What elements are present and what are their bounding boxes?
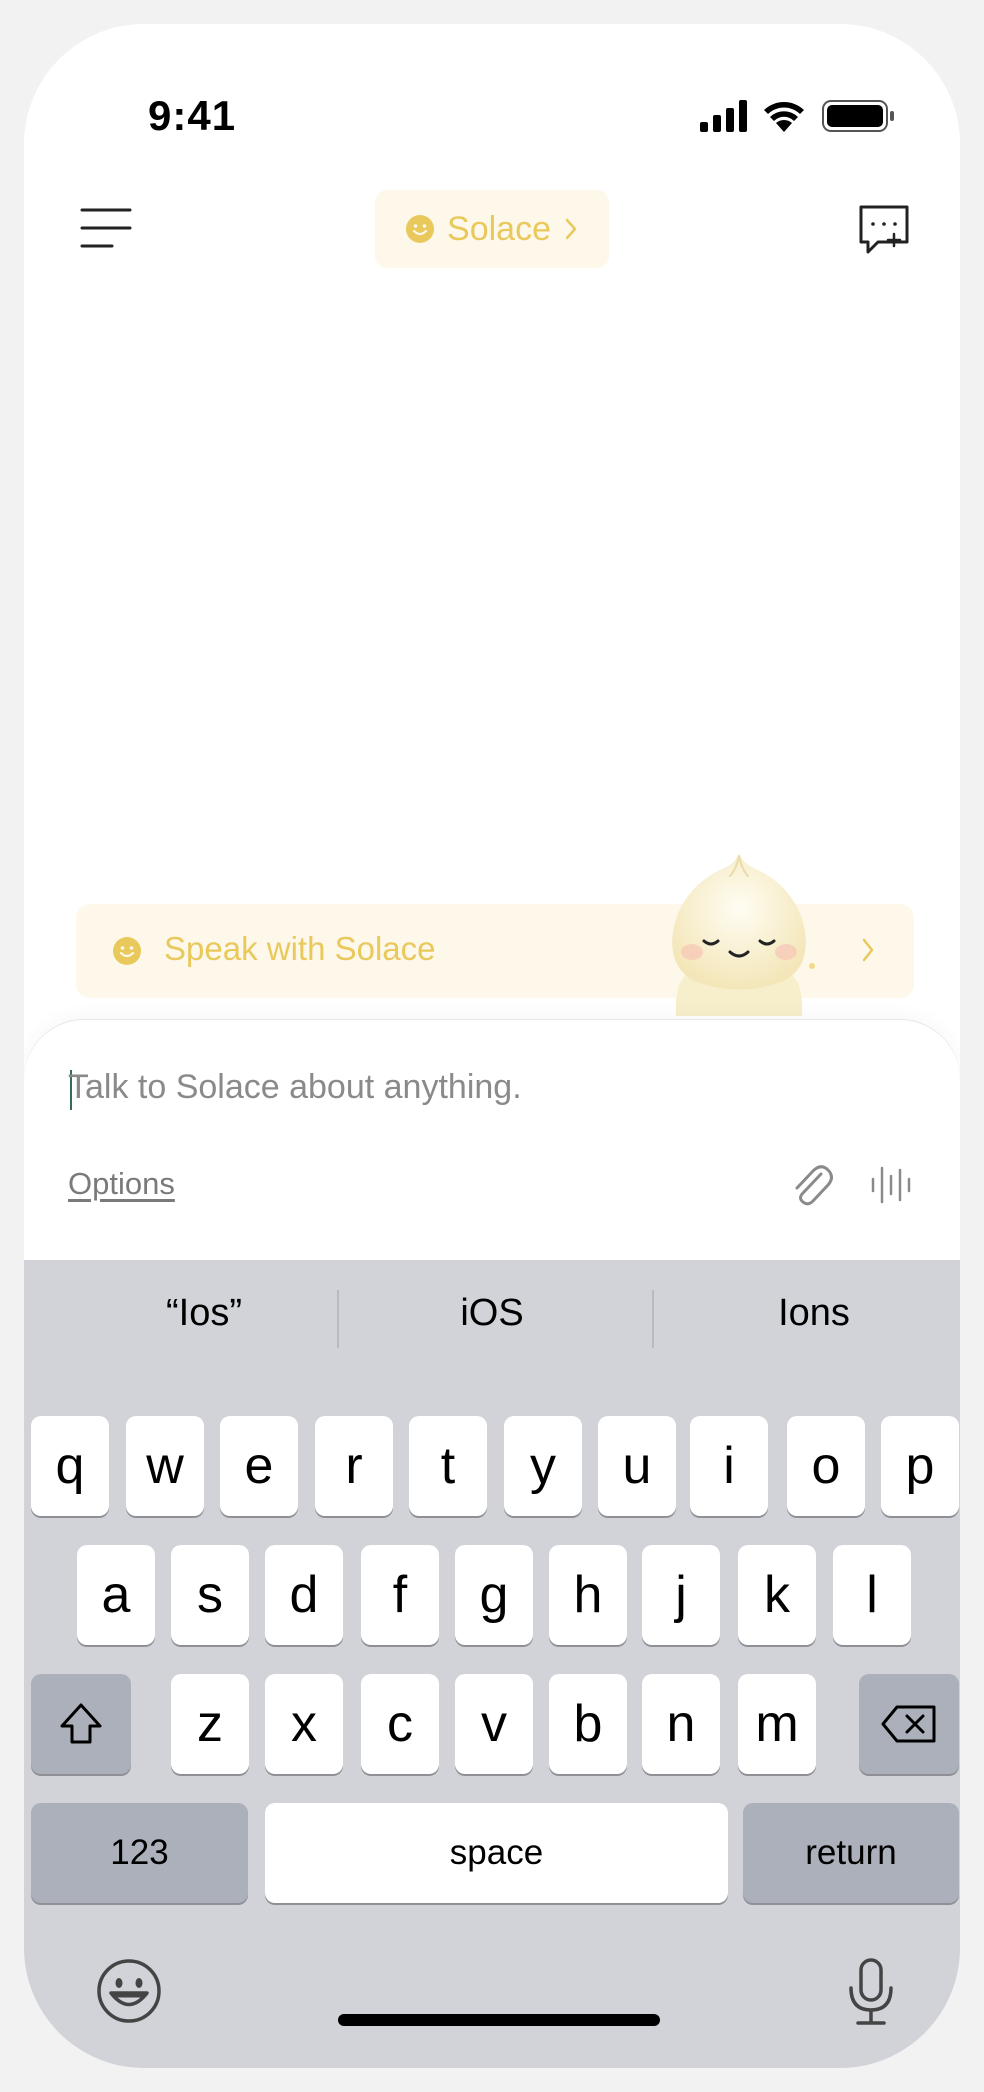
message-composer: Talk to Solace about anything. Options (24, 1020, 960, 1260)
return-key[interactable]: return (743, 1803, 959, 1903)
paperclip-icon (795, 1165, 833, 1206)
cellular-signal-icon (700, 100, 747, 132)
keyboard: “Ios” iOS Ions q w e r t y u i o p a s d… (24, 1260, 960, 2068)
key-y[interactable]: y (504, 1416, 582, 1516)
shift-key[interactable] (31, 1674, 131, 1774)
persona-selector[interactable]: Solace (375, 190, 609, 268)
smiley-icon (113, 937, 141, 965)
key-v[interactable]: v (455, 1674, 533, 1774)
emoji-button[interactable] (96, 1958, 162, 2029)
key-t[interactable]: t (409, 1416, 487, 1516)
key-a[interactable]: a (77, 1545, 155, 1645)
options-link[interactable]: Options (68, 1166, 175, 1202)
new-chat-icon (859, 205, 909, 254)
message-input[interactable]: Talk to Solace about anything. (68, 1068, 522, 1107)
key-b[interactable]: b (549, 1674, 627, 1774)
key-n[interactable]: n (642, 1674, 720, 1774)
shift-icon (60, 1703, 102, 1744)
key-w[interactable]: w (126, 1416, 204, 1516)
key-u[interactable]: u (598, 1416, 676, 1516)
key-k[interactable]: k (738, 1545, 816, 1645)
key-s[interactable]: s (171, 1545, 249, 1645)
key-g[interactable]: g (455, 1545, 533, 1645)
key-e[interactable]: e (220, 1416, 298, 1516)
voice-input-button[interactable] (870, 1166, 914, 1204)
wifi-icon (764, 102, 804, 132)
numbers-key[interactable]: 123 (31, 1803, 248, 1903)
status-time: 9:41 (148, 92, 237, 139)
menu-icon (80, 208, 132, 248)
key-f[interactable]: f (361, 1545, 439, 1645)
persona-name: Solace (447, 209, 551, 248)
key-o[interactable]: o (787, 1416, 865, 1516)
suggestion-bar: “Ios” iOS Ions (24, 1260, 960, 1374)
suggestion-2[interactable]: iOS (342, 1292, 642, 1335)
key-p[interactable]: p (881, 1416, 959, 1516)
key-c[interactable]: c (361, 1674, 439, 1774)
key-j[interactable]: j (642, 1545, 720, 1645)
key-q[interactable]: q (31, 1416, 109, 1516)
key-x[interactable]: x (265, 1674, 343, 1774)
dumpling-mascot (672, 854, 815, 1016)
chevron-right-icon (565, 218, 577, 240)
microphone-icon (849, 1958, 893, 2025)
new-chat-button[interactable] (858, 204, 910, 256)
key-m[interactable]: m (738, 1674, 816, 1774)
status-icons (700, 100, 894, 132)
suggestion-divider (652, 1290, 654, 1348)
key-z[interactable]: z (171, 1674, 249, 1774)
backspace-key[interactable] (859, 1674, 959, 1774)
dictation-button[interactable] (846, 1958, 896, 2031)
backspace-icon (881, 1705, 936, 1743)
key-l[interactable]: l (833, 1545, 911, 1645)
smiley-icon (406, 215, 435, 243)
emoji-icon (97, 1959, 161, 2023)
space-key[interactable]: space (265, 1803, 728, 1903)
menu-button[interactable] (80, 206, 132, 250)
suggestion-divider (337, 1290, 339, 1348)
key-d[interactable]: d (265, 1545, 343, 1645)
suggestion-1[interactable]: “Ios” (54, 1292, 354, 1335)
chevron-right-icon (862, 938, 874, 962)
phone-screen: 9:41 Solace Speak with Solace Talk to So… (24, 24, 960, 2068)
battery-icon (822, 100, 894, 132)
key-h[interactable]: h (549, 1545, 627, 1645)
key-i[interactable]: i (690, 1416, 768, 1516)
speak-with-solace-label: Speak with Solace (164, 930, 436, 967)
voice-waveform-icon (871, 1166, 911, 1204)
home-indicator[interactable] (338, 2014, 660, 2026)
key-r[interactable]: r (315, 1416, 393, 1516)
suggestion-3[interactable]: Ions (664, 1292, 960, 1335)
attach-button[interactable] (788, 1160, 834, 1208)
